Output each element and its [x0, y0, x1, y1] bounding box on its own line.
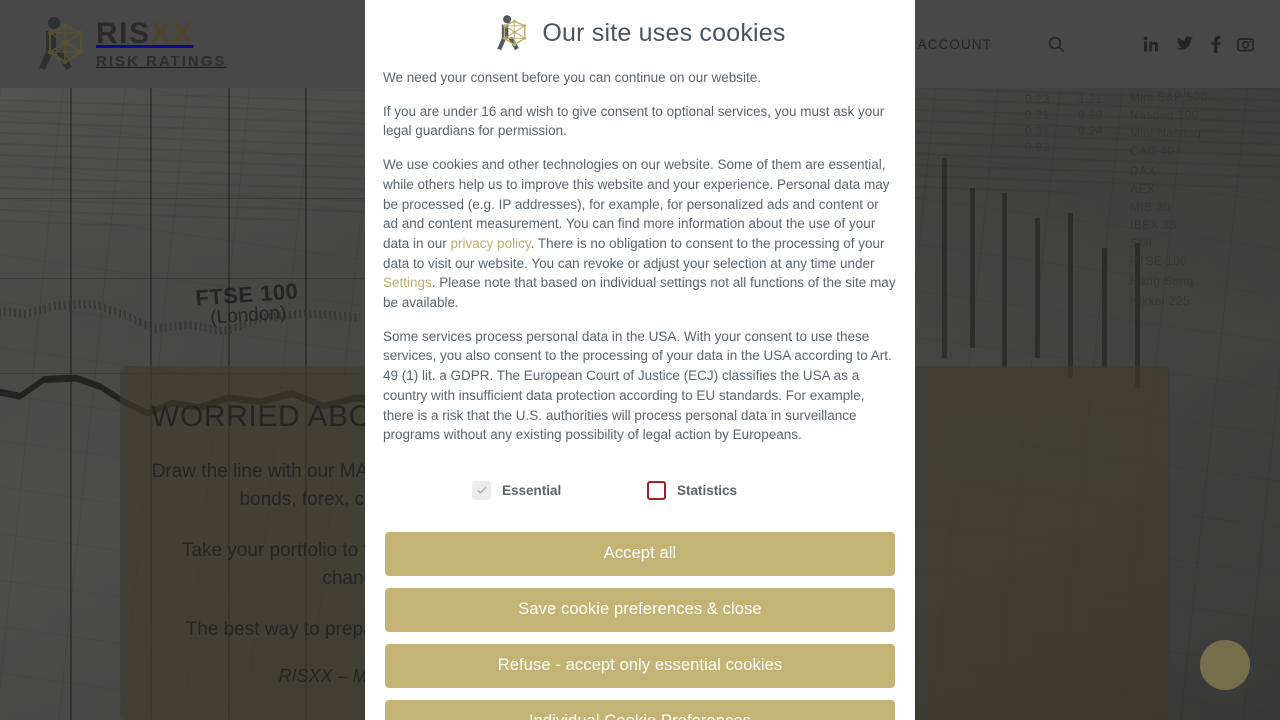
cookie-paragraph-under16: If you are under 16 and wish to give con…: [383, 103, 885, 139]
cookie-choice-essential[interactable]: Essential: [380, 480, 640, 500]
settings-link[interactable]: Settings: [383, 275, 432, 290]
refuse-button[interactable]: Refuse - accept only essential cookies: [385, 643, 895, 688]
cookie-dialog-actions: Accept all Save cookie preferences & clo…: [380, 510, 900, 720]
screen-root: FTSE 100 (London) 2,2 2,0 1,8 1,6 1,4: [0, 0, 1280, 720]
cookie-dialog-title: Our site uses cookies: [542, 18, 786, 47]
cookie-paragraph-technologies: We use cookies and other technologies on…: [383, 155, 897, 313]
save-preferences-button[interactable]: Save cookie preferences & close: [385, 587, 895, 632]
choice-label-essential: Essential: [502, 482, 562, 498]
individual-preferences-button[interactable]: Individual Cookie Preferences: [385, 699, 895, 720]
empty-checkbox-icon[interactable]: [647, 480, 666, 500]
choice-label-statistics: Statistics: [677, 482, 738, 498]
risxx-logo-icon: [497, 15, 527, 50]
cookie-paragraph-usa: Some services process personal data in t…: [383, 328, 892, 443]
accept-all-button[interactable]: Accept all: [385, 531, 895, 576]
cookie-dialog-body: We need your consent before you can cont…: [380, 68, 900, 445]
cookie-choice-statistics[interactable]: Statistics: [640, 480, 738, 500]
cookie-consent-dialog: Our site uses cookies We need your conse…: [365, 0, 915, 720]
check-icon: [472, 480, 491, 500]
privacy-policy-link[interactable]: privacy policy: [451, 236, 531, 251]
cookie-text-part-3: . Please note that based on individual s…: [383, 275, 896, 311]
cookie-category-toggles: Essential Statistics: [380, 459, 900, 510]
cookie-paragraph-consent: We need your consent before you can cont…: [383, 70, 761, 85]
cookie-dialog-header: Our site uses cookies: [380, 0, 900, 68]
